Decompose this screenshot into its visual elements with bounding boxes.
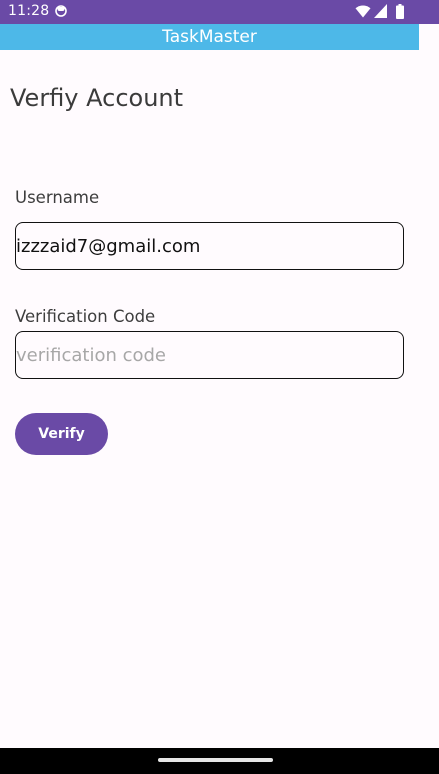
status-time: 11:28 [8, 3, 50, 19]
username-field[interactable] [15, 222, 404, 270]
signal-icon [374, 4, 387, 18]
verify-button[interactable]: Verify [15, 413, 108, 455]
status-bar: 11:28 [0, 0, 439, 24]
app-notification-icon [55, 5, 67, 17]
app-title: TaskMaster [162, 27, 257, 47]
verification-code-field[interactable] [15, 331, 404, 379]
battery-icon [396, 4, 404, 19]
home-gesture-handle[interactable] [158, 758, 273, 762]
wifi-icon [355, 5, 371, 18]
page-title: Verfiy Account [10, 84, 184, 112]
screen-edge [419, 24, 439, 748]
verification-code-label: Verification Code [15, 307, 156, 326]
app-bar: TaskMaster [0, 24, 419, 50]
username-label: Username [15, 188, 100, 207]
screen: 11:28 TaskMaster Verfiy Account Username… [0, 0, 439, 774]
